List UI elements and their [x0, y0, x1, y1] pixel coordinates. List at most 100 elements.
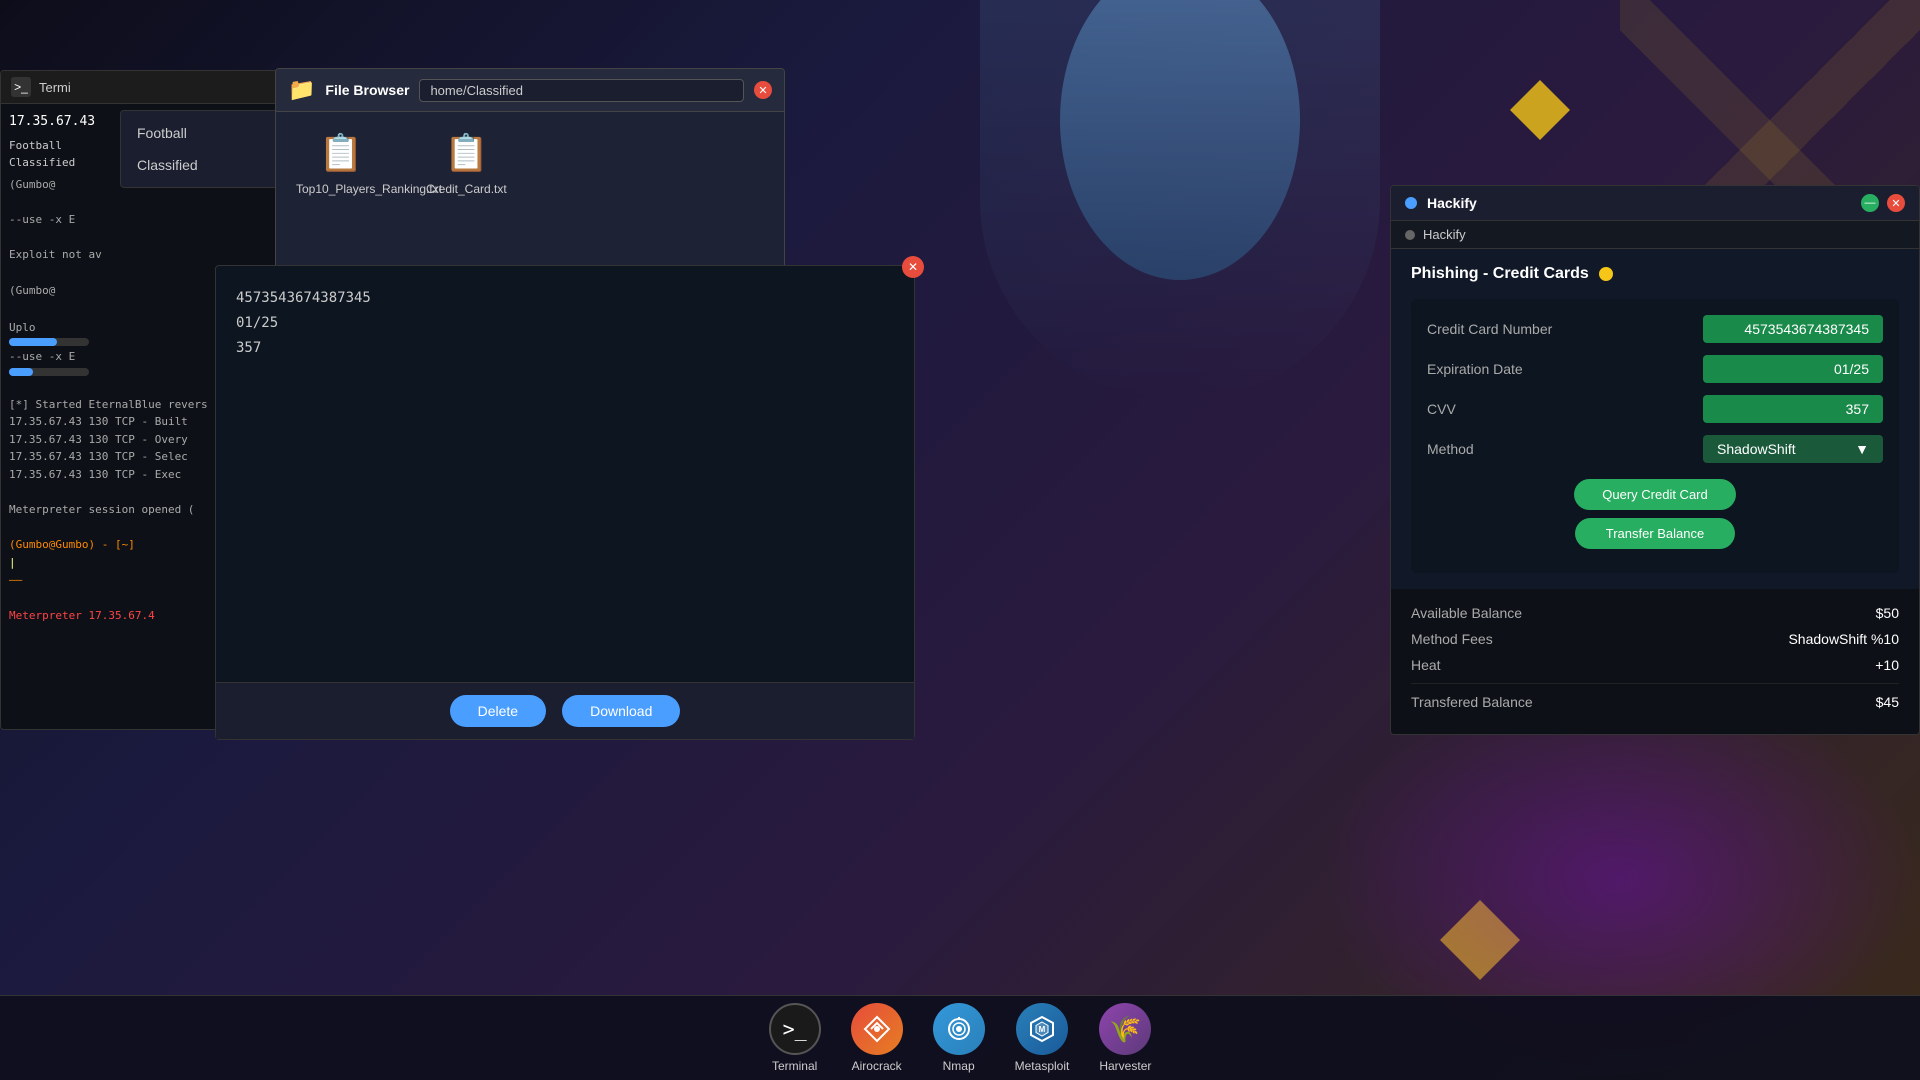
- delete-button[interactable]: Delete: [450, 695, 546, 727]
- taskbar-item-terminal[interactable]: >_ Terminal: [769, 1003, 821, 1073]
- airocrack-taskbar-label: Airocrack: [852, 1059, 902, 1073]
- terminal-1-title: Termi: [39, 80, 71, 95]
- cvv-value[interactable]: 357: [1703, 395, 1883, 423]
- harvester-taskbar-label: Harvester: [1099, 1059, 1151, 1073]
- terminal-1-icon: >_: [11, 77, 31, 97]
- hackify-sub-titlebar: Hackify: [1391, 221, 1919, 249]
- cc-cvv-line: 357: [236, 336, 894, 361]
- metasploit-icon-svg: M: [1028, 1015, 1056, 1043]
- query-credit-card-button[interactable]: Query Credit Card: [1574, 479, 1735, 510]
- file-browser-close-button[interactable]: ✕: [754, 81, 772, 99]
- info-divider: [1411, 683, 1899, 684]
- method-fees-row: Method Fees ShadowShift %10: [1411, 631, 1899, 647]
- svg-text:M: M: [1039, 1025, 1046, 1034]
- method-select[interactable]: ShadowShift ▼: [1703, 435, 1883, 463]
- phishing-status-dot: [1599, 267, 1613, 281]
- method-value: ShadowShift: [1717, 441, 1796, 457]
- hackify-sub-title-text: Hackify: [1423, 227, 1466, 242]
- harvester-taskbar-icon: 🌾: [1099, 1003, 1151, 1055]
- character-overlay: [980, 0, 1380, 400]
- phishing-section: Phishing - Credit Cards Credit Card Numb…: [1391, 249, 1919, 589]
- available-balance-value: $50: [1876, 605, 1899, 621]
- file-browser-window: 📁 File Browser home/Classified ✕ 📋 Top10…: [275, 68, 785, 278]
- file-item-top10[interactable]: 📋 Top10_Players_Ranking.txt: [296, 132, 386, 196]
- cc-expiry-line: 01/25: [236, 311, 894, 336]
- transferred-balance-value: $45: [1876, 694, 1899, 710]
- progress-fill-1: [9, 338, 57, 346]
- cc-number-label: Credit Card Number: [1427, 321, 1552, 337]
- method-arrow-icon: ▼: [1855, 441, 1869, 457]
- cc-number-value[interactable]: 4573543674387345: [1703, 315, 1883, 343]
- file-viewer-window: ✕ 4573543674387345 01/25 357 Delete Down…: [215, 265, 915, 740]
- progress-bar-1: [9, 338, 89, 346]
- sidebar-item-classified[interactable]: Classified: [121, 149, 279, 181]
- file-doc-icon-2: 📋: [444, 132, 489, 174]
- expiry-label: Expiration Date: [1427, 361, 1523, 377]
- method-label: Method: [1427, 441, 1474, 457]
- file-item-name-1: Top10_Players_Ranking.txt: [296, 182, 386, 196]
- progress-bar-2: [9, 368, 89, 376]
- terminal-1-titlebar: >_ Termi: [1, 71, 279, 104]
- file-doc-icon-1: 📋: [319, 132, 364, 174]
- nmap-icon-svg: [945, 1015, 973, 1043]
- info-section: Available Balance $50 Method Fees Shadow…: [1391, 589, 1919, 735]
- phishing-title: Phishing - Credit Cards: [1411, 265, 1589, 283]
- file-browser-content: 📋 Top10_Players_Ranking.txt 📋 Credit_Car…: [276, 112, 784, 216]
- file-viewer-content: 4573543674387345 01/25 357: [216, 266, 914, 682]
- hackify-main-title: Hackify: [1427, 195, 1477, 211]
- hackify-titlebar: Hackify — ✕: [1391, 186, 1919, 221]
- action-buttons: Query Credit Card Transfer Balance: [1427, 479, 1883, 549]
- file-item-creditcard[interactable]: 📋 Credit_Card.txt: [426, 132, 507, 196]
- airocrack-taskbar-icon: [851, 1003, 903, 1055]
- cc-number-row: Credit Card Number 4573543674387345: [1427, 315, 1883, 343]
- file-browser-titlebar: 📁 File Browser home/Classified ✕: [276, 69, 784, 112]
- heat-value: +10: [1875, 657, 1899, 673]
- available-balance-label: Available Balance: [1411, 605, 1522, 621]
- phishing-header: Phishing - Credit Cards: [1411, 265, 1899, 283]
- transfer-balance-button[interactable]: Transfer Balance: [1575, 518, 1735, 549]
- progress-fill-2: [9, 368, 33, 376]
- method-row: Method ShadowShift ▼: [1427, 435, 1883, 463]
- sidebar-panel: Football Classified: [120, 110, 280, 188]
- metasploit-taskbar-icon: M: [1016, 1003, 1068, 1055]
- char-hair: [1030, 0, 1330, 300]
- hackify-sub-dot: [1405, 230, 1415, 240]
- taskbar-item-metasploit[interactable]: M Metasploit: [1015, 1003, 1070, 1073]
- hackify-panel: Hackify — ✕ Hackify Phishing - Credit Ca…: [1390, 185, 1920, 735]
- taskbar-item-harvester[interactable]: 🌾 Harvester: [1099, 1003, 1151, 1073]
- download-button[interactable]: Download: [562, 695, 680, 727]
- expiry-row: Expiration Date 01/25: [1427, 355, 1883, 383]
- hackify-dot: [1405, 197, 1417, 209]
- available-balance-row: Available Balance $50: [1411, 605, 1899, 621]
- transferred-balance-label: Transfered Balance: [1411, 694, 1533, 710]
- cc-form: Credit Card Number 4573543674387345 Expi…: [1411, 299, 1899, 573]
- cvv-row: CVV 357: [1427, 395, 1883, 423]
- taskbar-item-nmap[interactable]: Nmap: [933, 1003, 985, 1073]
- terminal-icon-symbol: >_: [783, 1017, 807, 1041]
- expiry-value[interactable]: 01/25: [1703, 355, 1883, 383]
- taskbar: >_ Terminal Airocrack Nmap: [0, 995, 1920, 1080]
- file-browser-path[interactable]: home/Classified: [419, 79, 744, 102]
- taskbar-item-airocrack[interactable]: Airocrack: [851, 1003, 903, 1073]
- file-viewer-footer: Delete Download: [216, 682, 914, 739]
- folder-icon: 📁: [288, 77, 315, 103]
- file-viewer-close-button[interactable]: ✕: [902, 256, 924, 278]
- airocrack-icon-svg: [863, 1015, 891, 1043]
- method-fees-label: Method Fees: [1411, 631, 1493, 647]
- transferred-balance-row: Transfered Balance $45: [1411, 694, 1899, 710]
- nmap-taskbar-label: Nmap: [943, 1059, 975, 1073]
- hackify-close-button[interactable]: ✕: [1887, 194, 1905, 212]
- file-item-name-2: Credit_Card.txt: [426, 182, 507, 196]
- sidebar-item-football[interactable]: Football: [121, 117, 279, 149]
- metasploit-taskbar-label: Metasploit: [1015, 1059, 1070, 1073]
- file-browser-title: File Browser: [325, 82, 409, 98]
- harvester-icon-symbol: 🌾: [1109, 1014, 1141, 1045]
- terminal-taskbar-icon: >_: [769, 1003, 821, 1055]
- nmap-taskbar-icon: [933, 1003, 985, 1055]
- terminal-cmd-2: --use -x E: [9, 211, 271, 229]
- cc-number-line: 4573543674387345: [236, 286, 894, 311]
- method-fees-value: ShadowShift %10: [1788, 631, 1899, 647]
- heat-label: Heat: [1411, 657, 1441, 673]
- hackify-minimize-button[interactable]: —: [1861, 194, 1879, 212]
- terminal-taskbar-label: Terminal: [772, 1059, 817, 1073]
